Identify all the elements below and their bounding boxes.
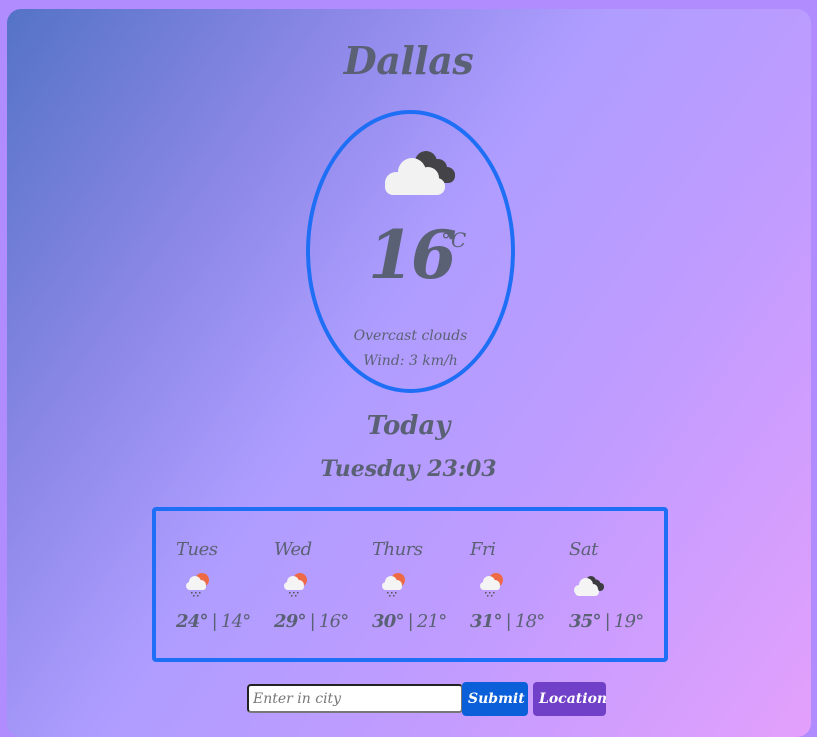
temp-separator: |: [211, 611, 218, 632]
forecast-day-name: Tues: [176, 539, 218, 560]
forecast-high: 24°: [176, 611, 208, 632]
forecast-low: 19°: [613, 611, 644, 632]
forecast-high: 30°: [372, 611, 404, 632]
forecast-day: Wed 29° | 16°: [274, 511, 372, 658]
forecast-day-name: Thurs: [372, 539, 423, 560]
forecast-low: 16°: [318, 611, 349, 632]
overcast-clouds-icon: [574, 576, 604, 596]
forecast-day-name: Sat: [569, 539, 598, 560]
rain-sun-icon: [284, 573, 307, 597]
forecast-high: 31°: [470, 611, 502, 632]
today-label: Today: [366, 411, 451, 441]
rain-sun-icon: [186, 573, 209, 597]
wind-speed: Wind: 3 km/h: [363, 353, 458, 369]
location-button[interactable]: Location: [533, 682, 607, 716]
forecast-day: Fri 31° | 18°: [470, 511, 568, 658]
forecast-day-name: Fri: [470, 539, 496, 560]
forecast-day: Sat 35° | 19°: [569, 511, 667, 658]
rain-sun-icon: [480, 573, 503, 597]
forecast-temps: 30° | 21°: [372, 611, 447, 632]
temp-separator: |: [309, 611, 316, 632]
temp-separator: |: [505, 611, 512, 632]
city-search-input[interactable]: [247, 684, 463, 713]
city-name: Dallas: [343, 38, 474, 83]
current-datetime: Tuesday 23:03: [320, 456, 497, 482]
forecast-low: 21°: [416, 611, 447, 632]
forecast-temps: 24° | 14°: [176, 611, 251, 632]
temp-separator: |: [407, 611, 414, 632]
forecast-temps: 31° | 18°: [470, 611, 545, 632]
forecast-day-name: Wed: [274, 539, 312, 560]
forecast-panel: Tues 24° | 14° Wed 29° | 16° Thurs 30° | 21° F…: [152, 507, 668, 662]
forecast-day: Thurs 30° | 21°: [372, 511, 470, 658]
forecast-high: 29°: [274, 611, 306, 632]
temp-separator: |: [604, 611, 611, 632]
temperature-unit: °C: [441, 228, 467, 252]
forecast-day: Tues 24° | 14°: [176, 511, 274, 658]
forecast-low: 18°: [514, 611, 545, 632]
current-temperature: 16: [368, 216, 457, 294]
weather-description: Overcast clouds: [353, 328, 468, 344]
forecast-high: 35°: [569, 611, 601, 632]
rain-sun-icon: [382, 573, 405, 597]
forecast-low: 14°: [220, 611, 251, 632]
forecast-temps: 29° | 16°: [274, 611, 349, 632]
overcast-clouds-icon: [385, 151, 455, 195]
submit-button[interactable]: Submit: [462, 682, 528, 716]
forecast-temps: 35° | 19°: [569, 611, 644, 632]
